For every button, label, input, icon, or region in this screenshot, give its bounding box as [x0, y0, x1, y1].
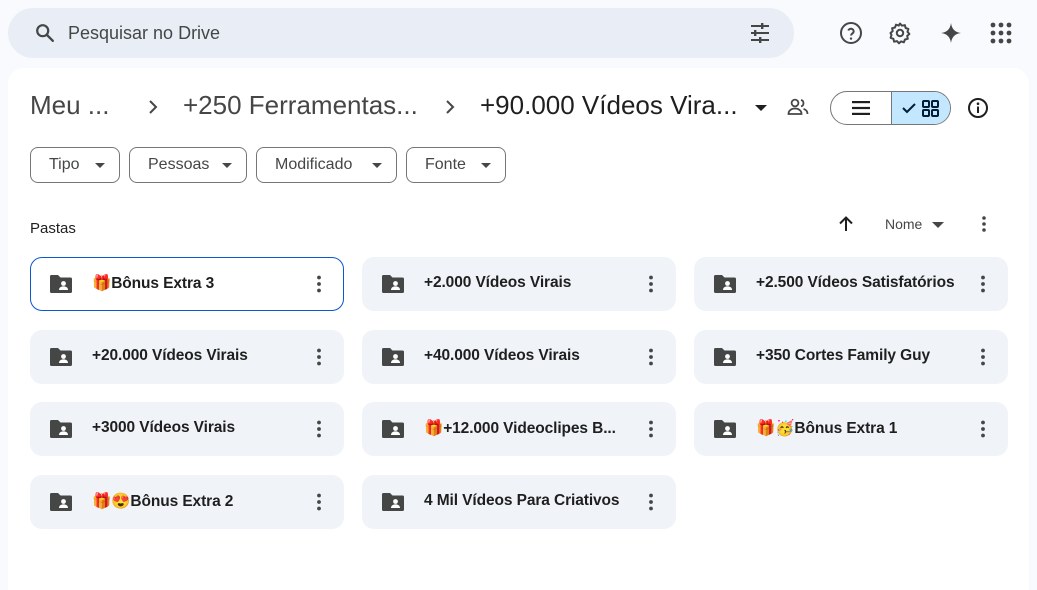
folder-name: +2.500 Vídeos Satisfatórios: [756, 274, 955, 291]
filter-type-chip[interactable]: Tipo: [30, 147, 120, 183]
more-options-icon[interactable]: [308, 418, 330, 440]
folder-card[interactable]: 🎁😍Bônus Extra 2: [30, 475, 344, 529]
shared-folder-icon: [382, 493, 404, 511]
dropdown-arrow-icon: [481, 163, 491, 168]
grid-view-button[interactable]: [890, 92, 950, 124]
gemini-sparkle-icon[interactable]: [938, 20, 964, 46]
shared-folder-icon: [50, 275, 72, 293]
sort-direction-arrow-icon[interactable]: [836, 214, 856, 234]
list-icon: [851, 101, 870, 115]
folder-card[interactable]: +2.000 Vídeos Virais: [362, 257, 676, 311]
folder-name: +20.000 Vídeos Virais: [92, 347, 248, 364]
folder-name: 🎁🥳Bônus Extra 1: [756, 420, 898, 437]
folder-card[interactable]: +20.000 Vídeos Virais: [30, 330, 344, 384]
list-view-button[interactable]: [831, 92, 891, 124]
shared-folder-icon: [382, 348, 404, 366]
breadcrumb-item[interactable]: +250 Ferramentas...: [183, 90, 418, 121]
folder-name: 🎁😍Bônus Extra 2: [92, 493, 234, 510]
more-options-icon[interactable]: [972, 346, 994, 368]
shared-people-icon[interactable]: [787, 98, 809, 116]
more-options-icon[interactable]: [972, 418, 994, 440]
sort-dropdown-icon[interactable]: [932, 222, 944, 228]
search-bar[interactable]: [8, 8, 794, 58]
more-options-icon[interactable]: [308, 346, 330, 368]
folder-name: +2.000 Vídeos Virais: [424, 274, 572, 291]
dropdown-arrow-icon: [372, 163, 382, 168]
section-title: Pastas: [30, 220, 76, 237]
breadcrumb-dropdown-icon[interactable]: [754, 103, 768, 113]
shared-folder-icon: [50, 493, 72, 511]
filter-source-chip[interactable]: Fonte: [406, 147, 506, 183]
folder-name: 4 Mil Vídeos Para Criativos: [424, 492, 620, 509]
dropdown-arrow-icon: [95, 163, 105, 168]
more-options-icon[interactable]: [308, 273, 330, 295]
shared-folder-icon: [50, 348, 72, 366]
apps-grid-icon[interactable]: [988, 20, 1014, 46]
check-grid-icon: [902, 100, 939, 117]
shared-folder-icon: [382, 420, 404, 438]
dropdown-arrow-icon: [222, 163, 232, 168]
folder-card[interactable]: 🎁+12.000 Videoclipes B...: [362, 402, 676, 456]
chip-label: Modificado: [275, 156, 353, 173]
folder-card[interactable]: 🎁🥳Bônus Extra 1: [694, 402, 1008, 456]
folder-name: 🎁+12.000 Videoclipes B...: [424, 420, 616, 437]
shared-folder-icon: [382, 275, 404, 293]
breadcrumb-current[interactable]: +90.000 Vídeos Vira...: [480, 90, 738, 121]
more-options-icon[interactable]: [640, 491, 662, 513]
chip-label: Tipo: [49, 156, 80, 173]
folder-name: +350 Cortes Family Guy: [756, 347, 930, 364]
help-icon[interactable]: [838, 20, 864, 46]
shared-folder-icon: [714, 348, 736, 366]
more-options-icon[interactable]: [972, 273, 994, 295]
folder-name: 🎁Bônus Extra 3: [92, 275, 215, 292]
search-options-icon[interactable]: [748, 21, 772, 45]
chip-label: Pessoas: [148, 156, 210, 173]
settings-icon[interactable]: [887, 20, 913, 46]
folder-card[interactable]: +3000 Vídeos Virais: [30, 402, 344, 456]
folder-card[interactable]: +350 Cortes Family Guy: [694, 330, 1008, 384]
chevron-right-icon: [446, 100, 455, 114]
search-input[interactable]: [68, 18, 708, 48]
folder-name: +40.000 Vídeos Virais: [424, 347, 580, 364]
info-icon[interactable]: [967, 97, 989, 119]
more-options-icon[interactable]: [308, 491, 330, 513]
more-options-icon[interactable]: [974, 214, 994, 234]
shared-folder-icon: [714, 420, 736, 438]
chip-label: Fonte: [425, 156, 466, 173]
more-options-icon[interactable]: [640, 418, 662, 440]
filter-people-chip[interactable]: Pessoas: [129, 147, 247, 183]
more-options-icon[interactable]: [640, 273, 662, 295]
folder-card[interactable]: 4 Mil Vídeos Para Criativos: [362, 475, 676, 529]
sort-by-label[interactable]: Nome: [885, 216, 922, 232]
search-icon[interactable]: [34, 22, 56, 44]
chevron-right-icon: [149, 100, 158, 114]
more-options-icon[interactable]: [640, 346, 662, 368]
view-toggle[interactable]: [830, 91, 951, 125]
folder-name: +3000 Vídeos Virais: [92, 419, 236, 436]
filter-modified-chip[interactable]: Modificado: [256, 147, 397, 183]
shared-folder-icon: [714, 275, 736, 293]
folder-card[interactable]: +40.000 Vídeos Virais: [362, 330, 676, 384]
breadcrumb-item[interactable]: Meu ...: [30, 90, 109, 121]
shared-folder-icon: [50, 420, 72, 438]
folder-card[interactable]: +2.500 Vídeos Satisfatórios: [694, 257, 1008, 311]
folder-card[interactable]: 🎁Bônus Extra 3: [30, 257, 344, 311]
